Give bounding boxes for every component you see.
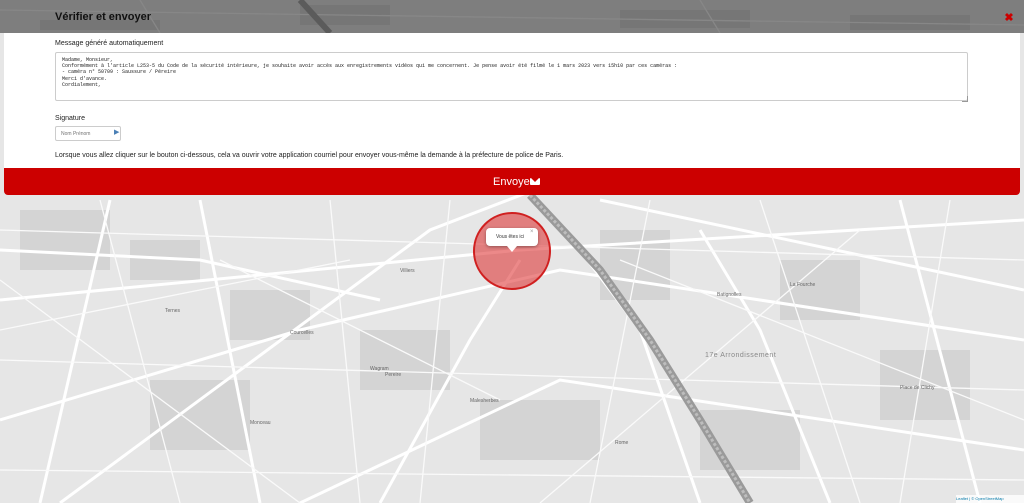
popup-text: Vous êtes ici [496, 234, 525, 240]
send-button-label: Envoyer [493, 176, 534, 188]
map-label: Place de Clichy [900, 385, 935, 391]
map-label: Rome [615, 440, 629, 446]
modal-header: Vérifier et envoyer ✖ [0, 0, 1024, 33]
popup-close-icon[interactable]: × [530, 229, 534, 235]
map-label: La Fourche [790, 282, 816, 288]
map-label: Pereire [385, 372, 402, 378]
signature-input[interactable] [55, 126, 121, 141]
resize-grip-icon[interactable] [962, 96, 968, 102]
map-label: Batignolles [717, 292, 742, 298]
map-label: Villiers [400, 268, 415, 274]
message-textarea[interactable]: Madame, Monsieur, Conformément à l'artic… [55, 52, 968, 101]
info-text: Lorsque vous allez cliquer sur le bouton… [55, 152, 564, 159]
map-attribution: Leaflet | © OpenStreetMap [956, 495, 1024, 503]
autofill-icon: ▶ [114, 129, 120, 136]
map-label: Malesherbes [470, 398, 499, 404]
map-label: Ternes [165, 308, 181, 314]
close-icon[interactable]: ✖ [1004, 13, 1014, 24]
map-label: Courcelles [290, 330, 314, 336]
osm-link[interactable]: | © OpenStreetMap [969, 496, 1003, 501]
message-label: Message généré automatiquement [55, 40, 164, 47]
map-label: Wagram [370, 366, 389, 372]
signature-label: Signature [55, 115, 85, 122]
envelope-icon [530, 178, 540, 185]
location-popup: Vous êtes ici × [486, 228, 538, 246]
modal-title: Vérifier et envoyer [55, 11, 151, 23]
leaflet-link[interactable]: Leaflet [956, 496, 968, 501]
modal-panel: Message généré automatiquement Madame, M… [4, 33, 1020, 168]
map-label: Monceau [250, 420, 271, 426]
send-button[interactable]: Envoyer [4, 168, 1020, 195]
popup-tip [507, 246, 517, 252]
map-label-district: 17e Arrondissement [705, 352, 777, 359]
